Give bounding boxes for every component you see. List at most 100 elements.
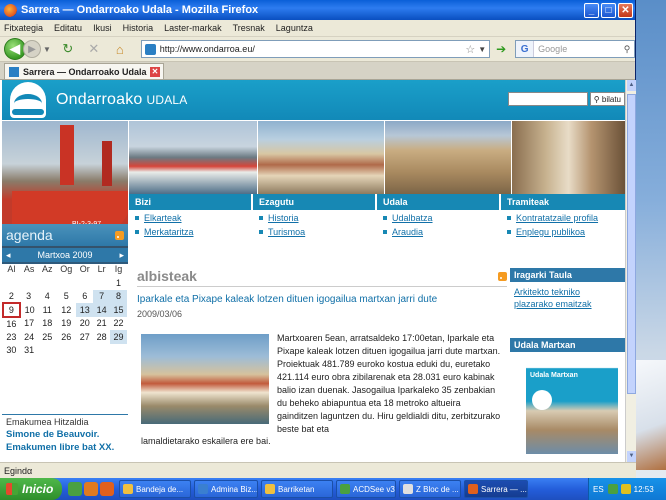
magnifier-icon[interactable]: ⚲ [620, 44, 634, 55]
section-head[interactable]: Tramiteak [501, 194, 625, 210]
bookmark-star-icon[interactable]: ☆ [465, 43, 475, 56]
calendar-day[interactable]: 27 [76, 330, 93, 344]
menu-editatu[interactable]: Editatu [54, 23, 82, 33]
go-arrow-icon[interactable]: ➔ [493, 41, 509, 57]
calendar-day[interactable]: 11 [38, 303, 56, 317]
calendar-day[interactable]: 30 [3, 344, 20, 358]
news-title[interactable]: Iparkale eta Pixape kaleak lotzen dituen… [137, 293, 507, 306]
minimize-button[interactable]: _ [584, 2, 599, 18]
tray-icon[interactable] [607, 484, 618, 494]
calendar-day[interactable]: 17 [20, 317, 39, 331]
scroll-thumb[interactable] [627, 94, 636, 394]
quicklaunch-icon[interactable] [68, 482, 82, 496]
feature-text-2[interactable]: Emakumen libre bat XX. [6, 441, 128, 454]
calendar-day[interactable]: 29 [110, 330, 127, 344]
prev-month-button[interactable]: ◂ [6, 250, 11, 261]
calendar-day[interactable]: 10 [20, 303, 39, 317]
calendar-day[interactable]: 5 [56, 290, 76, 304]
clock[interactable]: 12:53 [634, 485, 654, 494]
tab-sarrera[interactable]: Sarrera — Ondarroako Udala ✕ [4, 63, 164, 79]
calendar-day[interactable]: 20 [76, 317, 93, 331]
quicklaunch-icon[interactable] [84, 482, 98, 496]
calendar-day[interactable]: 9 [2, 302, 21, 318]
calendar-day[interactable]: 22 [110, 317, 127, 331]
rss-icon[interactable] [115, 231, 124, 240]
history-dropdown-icon[interactable]: ▼ [43, 45, 51, 54]
forward-button[interactable]: ▶ [22, 40, 41, 58]
site-title[interactable]: Ondarroako UDALA [56, 91, 188, 109]
section-head[interactable]: Bizi [129, 194, 251, 210]
calendar-day[interactable]: 21 [93, 317, 110, 331]
calendar-day[interactable]: 13 [76, 303, 94, 317]
calendar-day[interactable]: 7 [93, 289, 111, 303]
calendar-day[interactable]: 18 [38, 317, 56, 331]
calendar-day[interactable]: 15 [110, 303, 127, 317]
maximize-button[interactable]: □ [601, 2, 616, 18]
calendar-day[interactable]: 16 [3, 317, 20, 331]
link-kontratatzaile-profila[interactable]: Kontratatzaile profila [507, 213, 625, 223]
search-engine-icon[interactable]: G [516, 41, 535, 57]
scroll-down-icon[interactable]: ▼ [627, 451, 636, 462]
menu-laster-markak[interactable]: Laster-markak [164, 23, 222, 33]
udala-martxan-poster[interactable]: Udala Martxan [526, 358, 618, 454]
link-udalbatza[interactable]: Udalbatza [383, 213, 499, 223]
next-month-button[interactable]: ▸ [119, 250, 124, 261]
taskbar-button[interactable]: Bandeja de... [119, 480, 191, 498]
taskbar-button[interactable]: Z Bloc de ... [399, 480, 461, 498]
menu-historia[interactable]: Historia [123, 23, 154, 33]
taskbar-button[interactable]: Sarrera — ... [464, 480, 528, 498]
tab-close-icon[interactable]: ✕ [150, 66, 160, 77]
section-head[interactable]: Udala [377, 194, 499, 210]
calendar-day[interactable]: 12 [56, 303, 76, 317]
address-bar[interactable]: http://www.ondarroa.eu/ ☆ ▼ [140, 40, 491, 58]
calendar-day[interactable]: 8 [110, 289, 127, 303]
tray-icon[interactable] [620, 484, 631, 494]
link-elkarteak[interactable]: Elkarteak [135, 213, 251, 223]
home-icon[interactable]: ⌂ [112, 41, 128, 57]
calendar-day[interactable]: 31 [20, 344, 39, 358]
language-indicator[interactable]: ES [593, 485, 604, 494]
link-turismoa[interactable]: Turismoa [259, 227, 375, 237]
rss-icon[interactable] [498, 271, 507, 281]
site-search-input[interactable] [507, 92, 588, 106]
menu-tresnak[interactable]: Tresnak [233, 23, 265, 33]
site-logo[interactable] [10, 82, 46, 118]
calendar-day[interactable]: 3 [20, 290, 39, 304]
firefox-quicklaunch-icon[interactable] [100, 482, 114, 496]
menu-laguntza[interactable]: Laguntza [276, 23, 313, 33]
site-search-button[interactable]: ⚲ bilatu [589, 92, 625, 106]
reload-icon[interactable]: ↻ [60, 41, 76, 57]
stop-icon[interactable]: ✕ [86, 41, 102, 57]
calendar-day[interactable]: 25 [38, 330, 56, 344]
url-dropdown-icon[interactable]: ▼ [478, 45, 486, 54]
calendar-day[interactable]: 14 [93, 303, 111, 317]
calendar-day[interactable]: 2 [3, 290, 20, 304]
calendar-day[interactable]: 19 [56, 317, 76, 331]
link-enplegu-publikoa[interactable]: Enplegu publikoa [507, 227, 625, 237]
vertical-scrollbar[interactable]: ▲ ▼ [625, 80, 636, 462]
calendar-day[interactable]: 28 [93, 330, 110, 344]
calendar-day[interactable]: 4 [38, 290, 56, 304]
close-button[interactable]: ✕ [618, 2, 633, 18]
start-button[interactable]: Inicio [0, 478, 62, 500]
scroll-up-icon[interactable]: ▲ [627, 80, 636, 91]
news-photo[interactable] [141, 334, 269, 424]
link-merkataritza[interactable]: Merkataritza [135, 227, 251, 237]
link-araudia[interactable]: Araudia [383, 227, 499, 237]
calendar-day[interactable]: 23 [3, 330, 20, 344]
calendar-day[interactable]: 26 [56, 330, 76, 344]
taskbar-button[interactable]: ACDSee v3... [336, 480, 396, 498]
taskbar-button[interactable]: Admina Biz... [194, 480, 258, 498]
taskbar-button[interactable]: Barriketan [261, 480, 333, 498]
notice-link[interactable]: Arkitekto tekniko plazarako emaitzak [510, 282, 625, 314]
menu-ikusi[interactable]: Ikusi [93, 23, 112, 33]
calendar-day[interactable]: 24 [20, 330, 39, 344]
feature-text-1[interactable]: Simone de Beauvoir. [6, 428, 128, 441]
feature-link[interactable]: Simone de Beauvoir. Emakumen libre bat X… [6, 428, 128, 454]
search-bar[interactable]: G Google ⚲ [515, 40, 635, 58]
calendar-day[interactable]: 6 [76, 290, 93, 304]
link-historia[interactable]: Historia [259, 213, 375, 223]
section-head[interactable]: Ezagutu [253, 194, 375, 210]
calendar-day[interactable]: 1 [110, 276, 127, 290]
menu-fitxategia[interactable]: Fitxategia [4, 23, 43, 33]
